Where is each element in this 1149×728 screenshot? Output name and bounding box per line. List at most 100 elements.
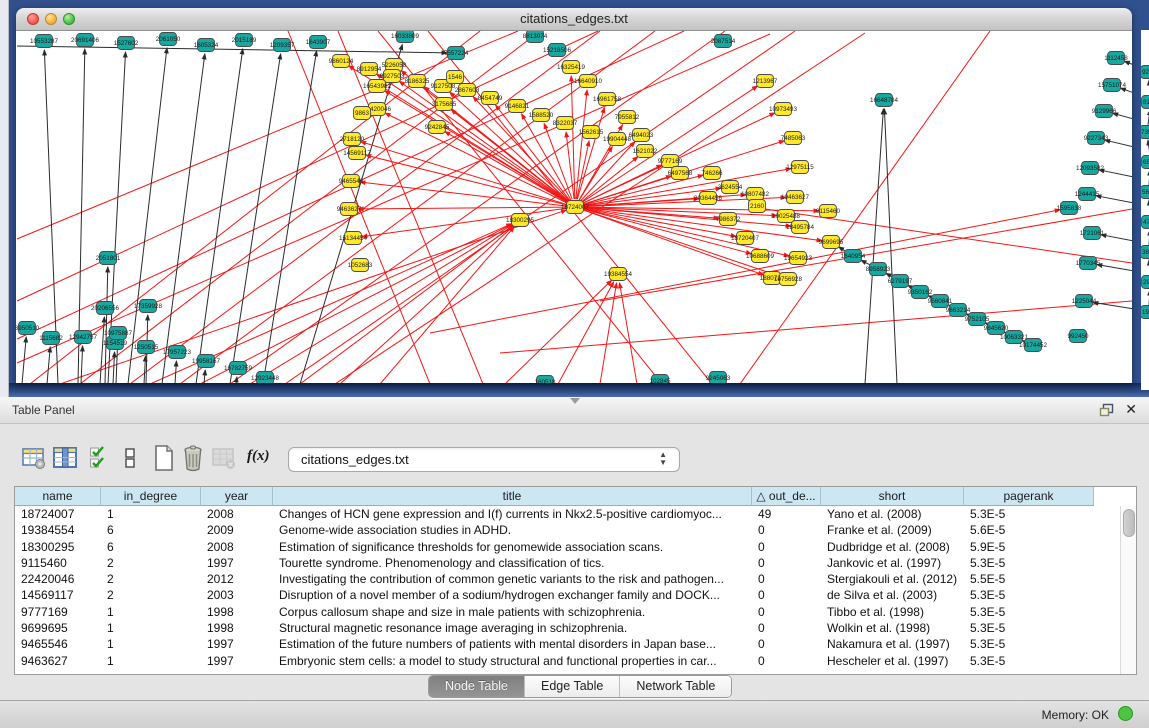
stacked-squares-icon[interactable] bbox=[124, 444, 136, 472]
tab-node-table[interactable]: Node Table bbox=[429, 676, 525, 697]
table-cell[interactable]: 49 bbox=[752, 506, 821, 522]
vertical-scrollbar[interactable] bbox=[1120, 506, 1136, 674]
new-table-icon[interactable] bbox=[152, 444, 176, 472]
function-builder-icon[interactable]: f(x) bbox=[247, 444, 270, 476]
trash-icon[interactable] bbox=[181, 444, 205, 472]
table-cell[interactable]: 0 bbox=[752, 653, 821, 669]
table-cell[interactable]: Estimation of significance thresholds fo… bbox=[273, 539, 752, 555]
table-cell[interactable]: 2 bbox=[101, 587, 201, 603]
table-cell[interactable]: 2 bbox=[101, 555, 201, 571]
table-cell[interactable]: 6 bbox=[101, 522, 201, 538]
table-cell[interactable]: 22420046 bbox=[15, 571, 101, 587]
table-row[interactable]: 1830029562008Estimation of significance … bbox=[15, 539, 1121, 555]
table-selector-dropdown[interactable]: citations_edges.txt ▲▼ bbox=[288, 447, 680, 472]
table-cell[interactable]: 0 bbox=[752, 587, 821, 603]
table-cell[interactable]: 0 bbox=[752, 555, 821, 571]
node-table[interactable]: namein_degreeyeartitle△ out_de...shortpa… bbox=[14, 486, 1137, 675]
table-cell[interactable]: 1 bbox=[101, 604, 201, 620]
select-columns-icon[interactable] bbox=[52, 444, 79, 472]
table-cell[interactable]: 2012 bbox=[201, 571, 273, 587]
table-cell[interactable]: 9463627 bbox=[15, 653, 101, 669]
column-header-6[interactable]: pagerank bbox=[964, 487, 1094, 506]
table-cell[interactable]: 1 bbox=[101, 653, 201, 669]
table-cell[interactable]: 5.3E-5 bbox=[964, 653, 1094, 669]
table-cell[interactable]: Yano et al. (2008) bbox=[821, 506, 964, 522]
table-cell[interactable]: 5.3E-5 bbox=[964, 506, 1094, 522]
table-cell[interactable]: Changes of HCN gene expression and I(f) … bbox=[273, 506, 752, 522]
table-cell[interactable]: Jankovic et al. (1997) bbox=[821, 555, 964, 571]
table-cell[interactable]: 1997 bbox=[201, 636, 273, 652]
table-cell[interactable]: 9465546 bbox=[15, 636, 101, 652]
table-cell[interactable]: 5.3E-5 bbox=[964, 620, 1094, 636]
table-cell[interactable]: Embryonic stem cells: a model to study s… bbox=[273, 653, 752, 669]
memory-status-indicator[interactable] bbox=[1118, 706, 1133, 721]
table-cell[interactable]: Hescheler et al. (1997) bbox=[821, 653, 964, 669]
table-cell[interactable]: 1 bbox=[101, 506, 201, 522]
table-cell[interactable]: 2009 bbox=[201, 522, 273, 538]
network-view-window[interactable]: citations_edges.txt 18724007986012489129… bbox=[16, 8, 1132, 383]
tab-network-table[interactable]: Network Table bbox=[620, 676, 731, 697]
table-cell[interactable]: 1998 bbox=[201, 620, 273, 636]
table-cell[interactable]: 5.3E-5 bbox=[964, 604, 1094, 620]
table-row[interactable]: 911546021997Tourette syndrome. Phenomeno… bbox=[15, 555, 1121, 571]
table-cell[interactable]: Stergiakouli et al. (2012) bbox=[821, 571, 964, 587]
window-titlebar[interactable]: citations_edges.txt bbox=[16, 8, 1132, 31]
column-header-5[interactable]: short bbox=[821, 487, 964, 506]
table-cell[interactable]: de Silva et al. (2003) bbox=[821, 587, 964, 603]
table-cell[interactable]: 0 bbox=[752, 636, 821, 652]
tab-edge-table[interactable]: Edge Table bbox=[525, 676, 620, 697]
table-cell[interactable]: 5.3E-5 bbox=[964, 555, 1094, 571]
table-cell[interactable]: 9777169 bbox=[15, 604, 101, 620]
column-header-4[interactable]: △ out_de... bbox=[752, 487, 821, 506]
table-cell[interactable]: Wolkin et al. (1998) bbox=[821, 620, 964, 636]
table-cell[interactable]: 2008 bbox=[201, 506, 273, 522]
table-cell[interactable]: Dudbridge et al. (2008) bbox=[821, 539, 964, 555]
table-settings-icon[interactable] bbox=[21, 444, 47, 472]
table-cell[interactable]: 0 bbox=[752, 539, 821, 555]
table-cell[interactable]: 9115460 bbox=[15, 555, 101, 571]
table-row[interactable]: 2242004622012Investigating the contribut… bbox=[15, 571, 1121, 587]
table-cell[interactable]: 2 bbox=[101, 571, 201, 587]
table-cell[interactable]: Nakamura et al. (1997) bbox=[821, 636, 964, 652]
table-cell[interactable]: Tourette syndrome. Phenomenology and cla… bbox=[273, 555, 752, 571]
table-cell[interactable]: Investigating the contribution of common… bbox=[273, 571, 752, 587]
table-cell[interactable]: 2003 bbox=[201, 587, 273, 603]
table-cell[interactable]: 19384554 bbox=[15, 522, 101, 538]
table-cell[interactable]: 5.9E-5 bbox=[964, 539, 1094, 555]
split-divider-handle[interactable] bbox=[570, 398, 580, 404]
table-cell[interactable]: 1 bbox=[101, 620, 201, 636]
table-row[interactable]: 946554611997Estimation of the future num… bbox=[15, 636, 1121, 652]
table-row[interactable]: 946362711997Embryonic stem cells: a mode… bbox=[15, 653, 1121, 669]
table-cell[interactable]: 14569117 bbox=[15, 587, 101, 603]
table-cell[interactable]: 2008 bbox=[201, 539, 273, 555]
table-cell[interactable]: 5.5E-5 bbox=[964, 571, 1094, 587]
table-cell[interactable]: 5.3E-5 bbox=[964, 587, 1094, 603]
table-row[interactable]: 1938455462009Genome-wide association stu… bbox=[15, 522, 1121, 538]
table-cell[interactable]: 1 bbox=[101, 636, 201, 652]
column-header-1[interactable]: in_degree bbox=[101, 487, 201, 506]
column-header-2[interactable]: year bbox=[201, 487, 273, 506]
table-header-row[interactable]: namein_degreeyeartitle△ out_de...shortpa… bbox=[15, 487, 1094, 506]
checklist-icon[interactable] bbox=[89, 444, 108, 472]
float-panel-icon[interactable] bbox=[1099, 403, 1115, 417]
table-cell[interactable]: Estimation of the future numbers of pati… bbox=[273, 636, 752, 652]
control-panel-edge[interactable] bbox=[0, 0, 9, 397]
close-panel-icon[interactable]: ✕ bbox=[1125, 401, 1137, 418]
table-cell[interactable]: 0 bbox=[752, 571, 821, 587]
table-cell[interactable]: 5.3E-5 bbox=[964, 636, 1094, 652]
table-cell[interactable]: 9699695 bbox=[15, 620, 101, 636]
column-header-0[interactable]: name bbox=[15, 487, 101, 506]
table-cell[interactable]: 1998 bbox=[201, 604, 273, 620]
table-row[interactable]: 1456911722003Disruption of a novel membe… bbox=[15, 587, 1121, 603]
table-cell[interactable]: 5.6E-5 bbox=[964, 522, 1094, 538]
table-cell[interactable]: 0 bbox=[752, 604, 821, 620]
network-graph[interactable]: 1872400798601248912954522605899275031654… bbox=[16, 31, 1132, 383]
scrollbar-thumb[interactable] bbox=[1123, 509, 1135, 537]
table-cell[interactable]: 6 bbox=[101, 539, 201, 555]
table-cell[interactable]: Franke et al. (2009) bbox=[821, 522, 964, 538]
table-cell[interactable]: Corpus callosum shape and size in male p… bbox=[273, 604, 752, 620]
column-header-3[interactable]: title bbox=[273, 487, 752, 506]
table-row[interactable]: 977716911998Corpus callosum shape and si… bbox=[15, 604, 1121, 620]
table-cell[interactable]: Genome-wide association studies in ADHD. bbox=[273, 522, 752, 538]
table-row[interactable]: 969969511998Structural magnetic resonanc… bbox=[15, 620, 1121, 636]
